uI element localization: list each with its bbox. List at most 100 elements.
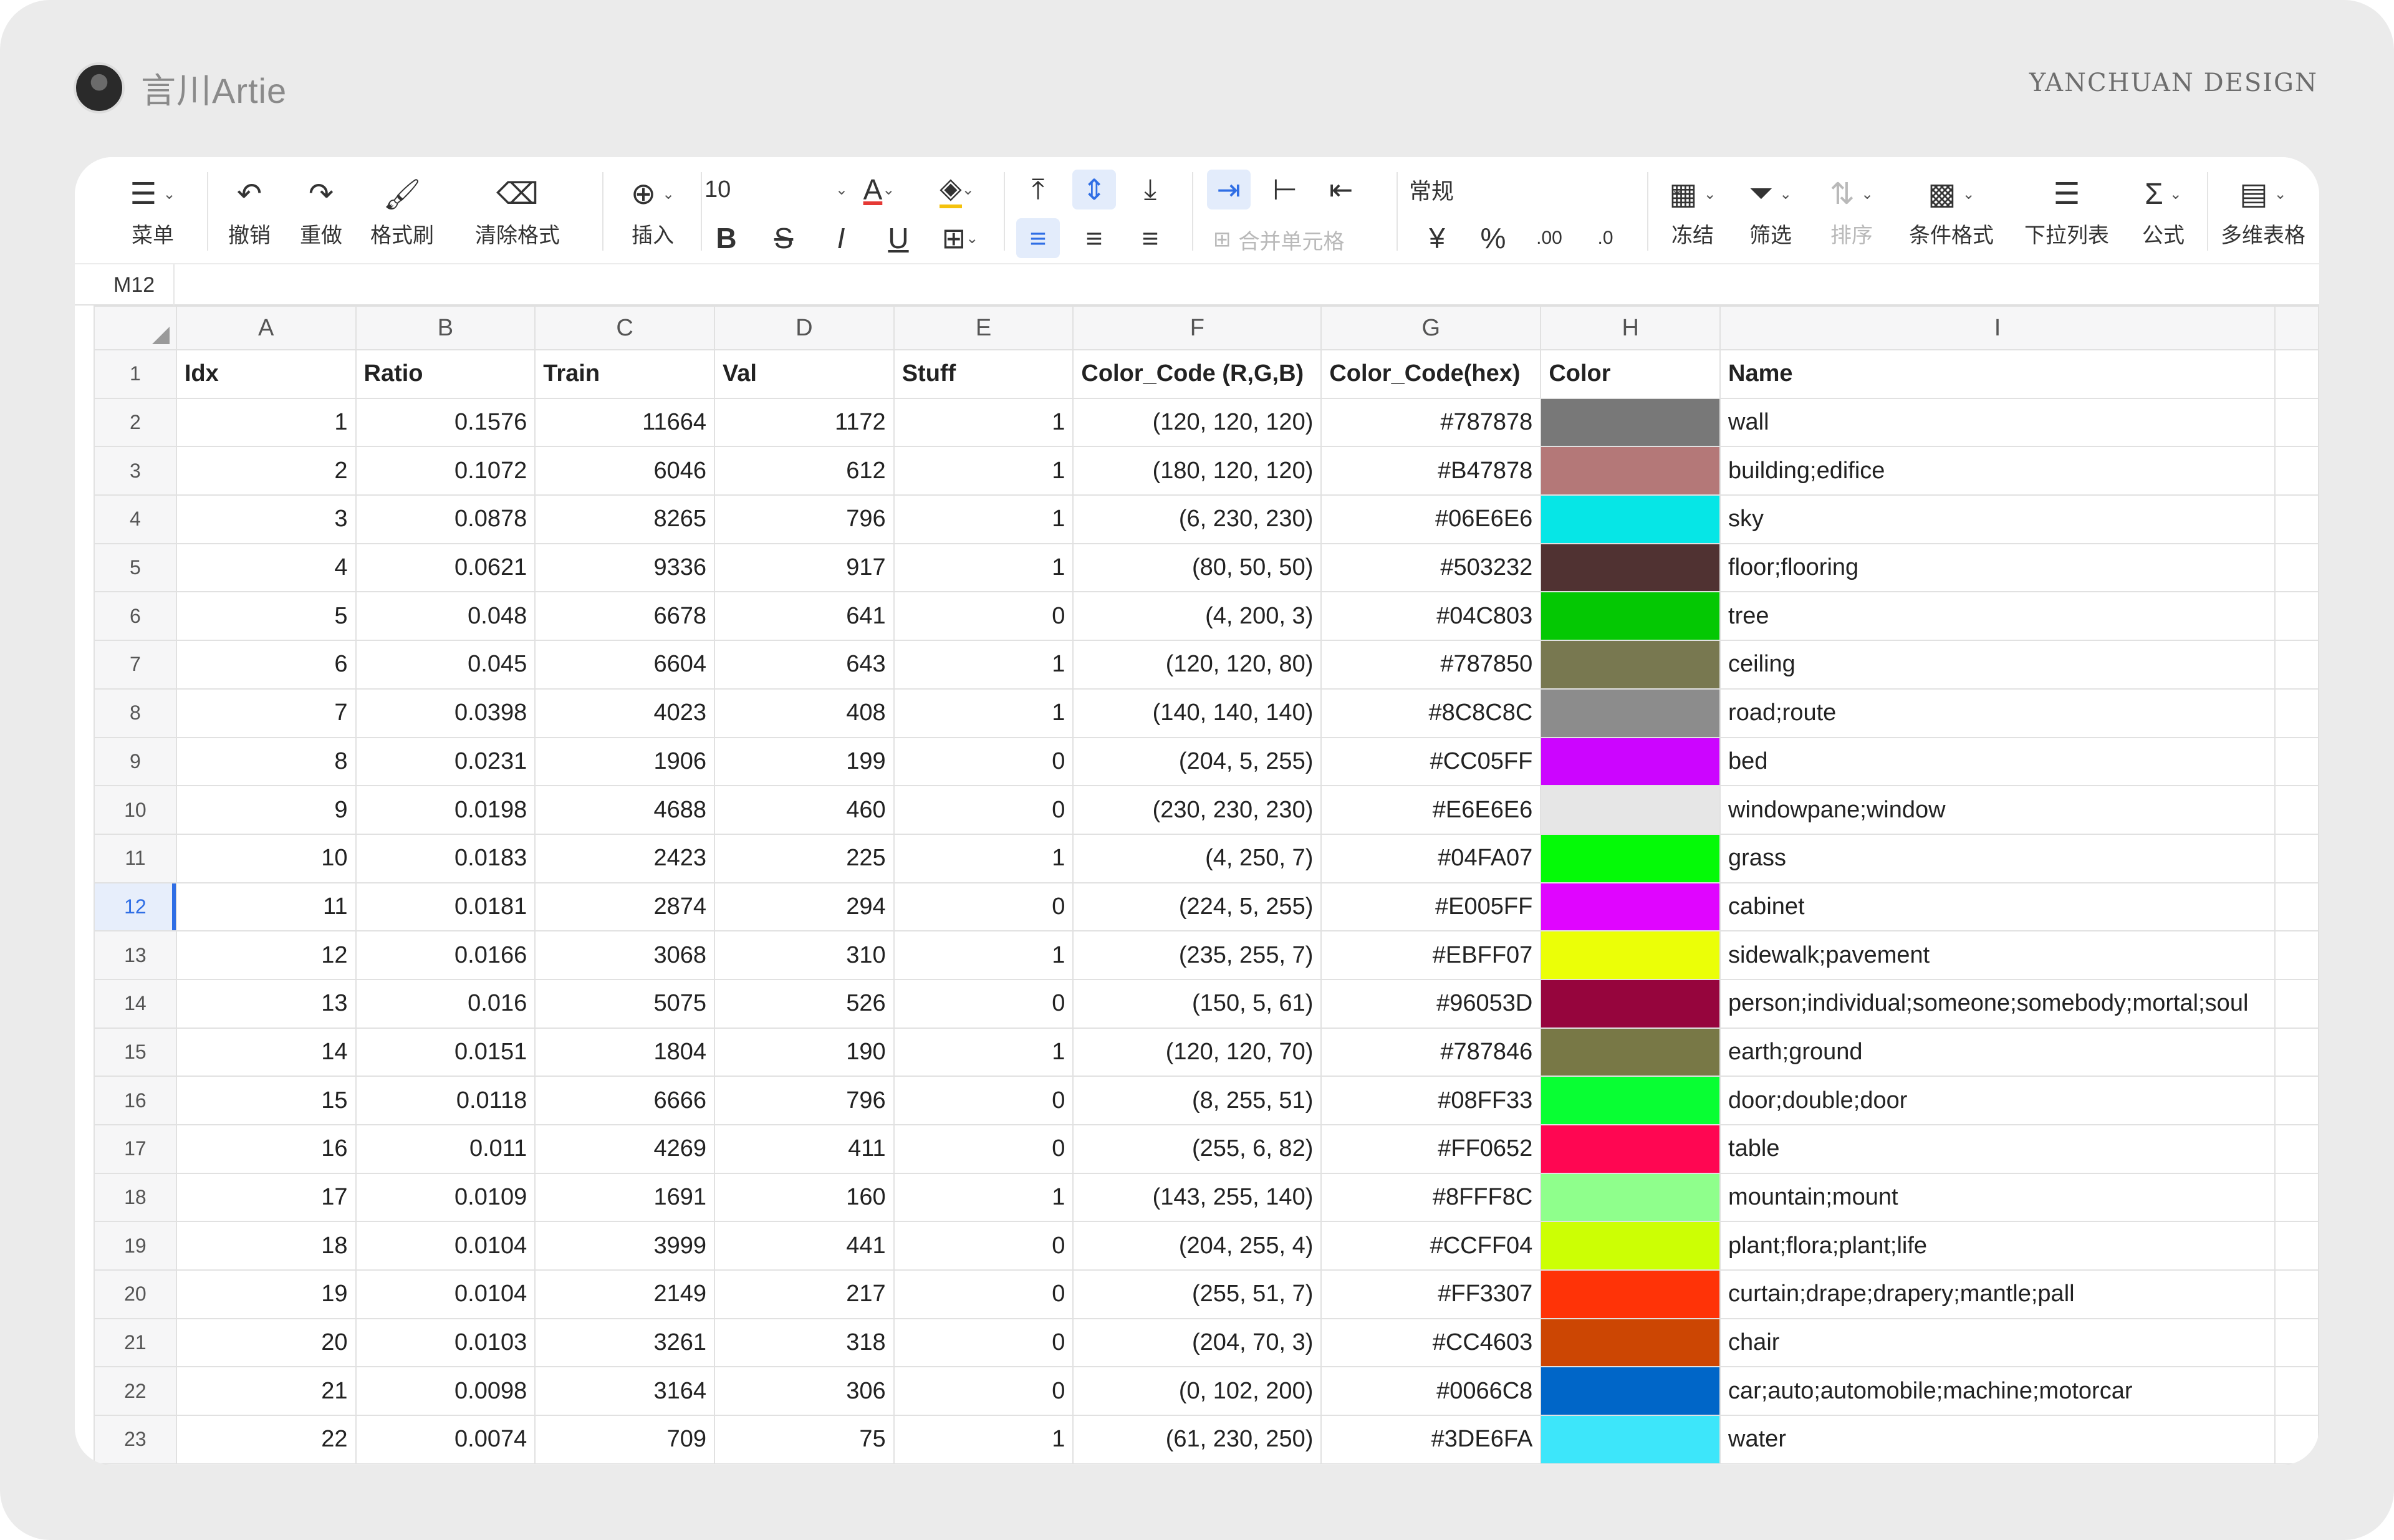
cell-rgb[interactable]: (80, 50, 50) (1072, 542, 1322, 593)
cell-val[interactable]: 641 (713, 591, 895, 642)
cell-idx[interactable]: 12 (175, 930, 357, 980)
cell-val[interactable]: 917 (713, 542, 895, 593)
cell-val[interactable]: 411 (713, 1124, 895, 1174)
header-cell[interactable]: Idx (175, 349, 357, 399)
align-right-button[interactable]: ≡ (1128, 218, 1172, 258)
cell-idx[interactable]: 2 (175, 446, 357, 496)
cell-stuff[interactable]: 1 (893, 688, 1074, 738)
color-swatch-cell[interactable] (1540, 833, 1721, 883)
cell-ratio[interactable]: 0.0151 (355, 1027, 536, 1077)
cell-rgb[interactable]: (0, 102, 200) (1072, 1366, 1322, 1417)
cell-rgb[interactable]: (255, 51, 7) (1072, 1269, 1322, 1319)
sort-button[interactable]: ⇅ ⌄ 排序 (1814, 171, 1889, 249)
row-header[interactable]: 19 (94, 1221, 177, 1271)
cell-train[interactable]: 3999 (534, 1221, 715, 1271)
color-swatch-cell[interactable] (1540, 1172, 1721, 1223)
blank-cell[interactable] (2274, 1269, 2319, 1319)
clear-format-button[interactable]: ⌫ 清除格式 (449, 171, 586, 249)
cell-idx[interactable]: 1 (175, 397, 357, 448)
row-header[interactable]: 23 (94, 1415, 177, 1465)
blank-cell[interactable] (2274, 591, 2319, 642)
color-swatch-cell[interactable] (1540, 397, 1721, 448)
cell-name[interactable]: water (1719, 1415, 2276, 1465)
header-cell[interactable]: Name (1719, 349, 2276, 399)
cell-ratio[interactable]: 0.0074 (355, 1415, 536, 1465)
cell-rgb[interactable]: (255, 6, 82) (1072, 1124, 1322, 1174)
cell-name[interactable]: mountain;mount (1719, 1172, 2276, 1223)
header-cell[interactable]: Stuff (893, 349, 1074, 399)
blank-cell[interactable] (2274, 688, 2319, 738)
row-header[interactable]: 18 (94, 1172, 177, 1223)
cell-name[interactable]: cabinet (1719, 882, 2276, 932)
cell-rgb[interactable]: (120, 120, 120) (1072, 397, 1322, 448)
cell-name[interactable]: person;individual;someone;somebody;morta… (1719, 978, 2276, 1029)
align-middle-button[interactable]: ⇕ (1072, 170, 1116, 209)
cell-train[interactable]: 2149 (534, 1269, 715, 1319)
cell-ratio[interactable]: 0.0098 (355, 1366, 536, 1417)
cell-ratio[interactable]: 0.0398 (355, 688, 536, 738)
cell-val[interactable]: 796 (713, 494, 895, 544)
cell-idx[interactable]: 19 (175, 1269, 357, 1319)
cell-rgb[interactable]: (61, 230, 250) (1072, 1415, 1322, 1465)
cell-stuff[interactable]: 1 (893, 542, 1074, 593)
cell-val[interactable]: 306 (713, 1366, 895, 1417)
wrap-overflow-button[interactable]: ⇥ (1207, 170, 1251, 209)
column-header-h[interactable]: H (1540, 306, 1721, 350)
cell-stuff[interactable]: 1 (893, 1415, 1074, 1465)
cell-train[interactable]: 6604 (534, 640, 715, 690)
cell-ratio[interactable]: 0.1072 (355, 446, 536, 496)
cell-rgb[interactable]: (120, 120, 80) (1072, 640, 1322, 690)
cell-stuff[interactable]: 0 (893, 1269, 1074, 1319)
cell-val[interactable]: 408 (713, 688, 895, 738)
color-swatch-cell[interactable] (1540, 688, 1721, 738)
conditional-format-button[interactable]: ▩ ⌄ 条件格式 (1895, 171, 2007, 249)
color-swatch-cell[interactable] (1540, 1366, 1721, 1417)
font-color-button[interactable]: A ⌄ (854, 170, 904, 209)
cell-idx[interactable]: 20 (175, 1317, 357, 1368)
cell-val[interactable]: 1172 (713, 397, 895, 448)
number-format-select[interactable]: 常规 ⌄ (1409, 171, 1683, 208)
cell-train[interactable]: 3068 (534, 930, 715, 980)
undo-button[interactable]: ↶ 撤销 (218, 171, 281, 249)
column-header-c[interactable]: C (534, 306, 715, 350)
borders-button[interactable]: ⊞ ⌄ (929, 218, 991, 258)
cell-val[interactable]: 217 (713, 1269, 895, 1319)
row-header[interactable]: 7 (94, 640, 177, 690)
cell-rgb[interactable]: (235, 255, 7) (1072, 930, 1322, 980)
blank-cell[interactable] (2274, 1415, 2319, 1465)
cell-hex[interactable]: #04FA07 (1320, 833, 1542, 883)
cell-name[interactable]: road;route (1719, 688, 2276, 738)
cell-train[interactable]: 11664 (534, 397, 715, 448)
row-header[interactable]: 8 (94, 688, 177, 738)
cell-rgb[interactable]: (120, 120, 70) (1072, 1027, 1322, 1077)
blank-cell[interactable] (2274, 1172, 2319, 1223)
cell-hex[interactable]: #FF0652 (1320, 1124, 1542, 1174)
formula-button[interactable]: Σ ⌄ 公式 (2126, 171, 2201, 249)
menu-button[interactable]: ☰ ⌄ 菜单 (118, 171, 187, 249)
blank-cell[interactable] (2274, 494, 2319, 544)
row-header[interactable]: 2 (94, 397, 177, 448)
cell-stuff[interactable]: 1 (893, 397, 1074, 448)
cell-rgb[interactable]: (180, 120, 120) (1072, 446, 1322, 496)
column-header-a[interactable]: A (175, 306, 357, 350)
cell-idx[interactable]: 16 (175, 1124, 357, 1174)
fill-color-button[interactable]: ◈ ⌄ (929, 170, 985, 209)
cell-name[interactable]: floor;flooring (1719, 542, 2276, 593)
blank-cell[interactable] (2274, 1366, 2319, 1417)
cell-stuff[interactable]: 1 (893, 1027, 1074, 1077)
cell-hex[interactable]: #FF3307 (1320, 1269, 1542, 1319)
cell-val[interactable]: 199 (713, 736, 895, 787)
cell-rgb[interactable]: (4, 250, 7) (1072, 833, 1322, 883)
cell-rgb[interactable]: (204, 70, 3) (1072, 1317, 1322, 1368)
cell-rgb[interactable]: (204, 5, 255) (1072, 736, 1322, 787)
cell-idx[interactable]: 13 (175, 978, 357, 1029)
filter-button[interactable]: ⏷ ⌄ 筛选 (1733, 171, 1808, 249)
column-header-i[interactable]: I (1719, 306, 2276, 350)
blank-cell[interactable] (2274, 833, 2319, 883)
cell-stuff[interactable]: 1 (893, 833, 1074, 883)
color-swatch-cell[interactable] (1540, 1269, 1721, 1319)
blank-cell[interactable] (2274, 640, 2319, 690)
cell-name[interactable]: car;auto;automobile;machine;motorcar (1719, 1366, 2276, 1417)
header-cell[interactable]: Val (713, 349, 895, 399)
color-swatch-cell[interactable] (1540, 1415, 1721, 1465)
